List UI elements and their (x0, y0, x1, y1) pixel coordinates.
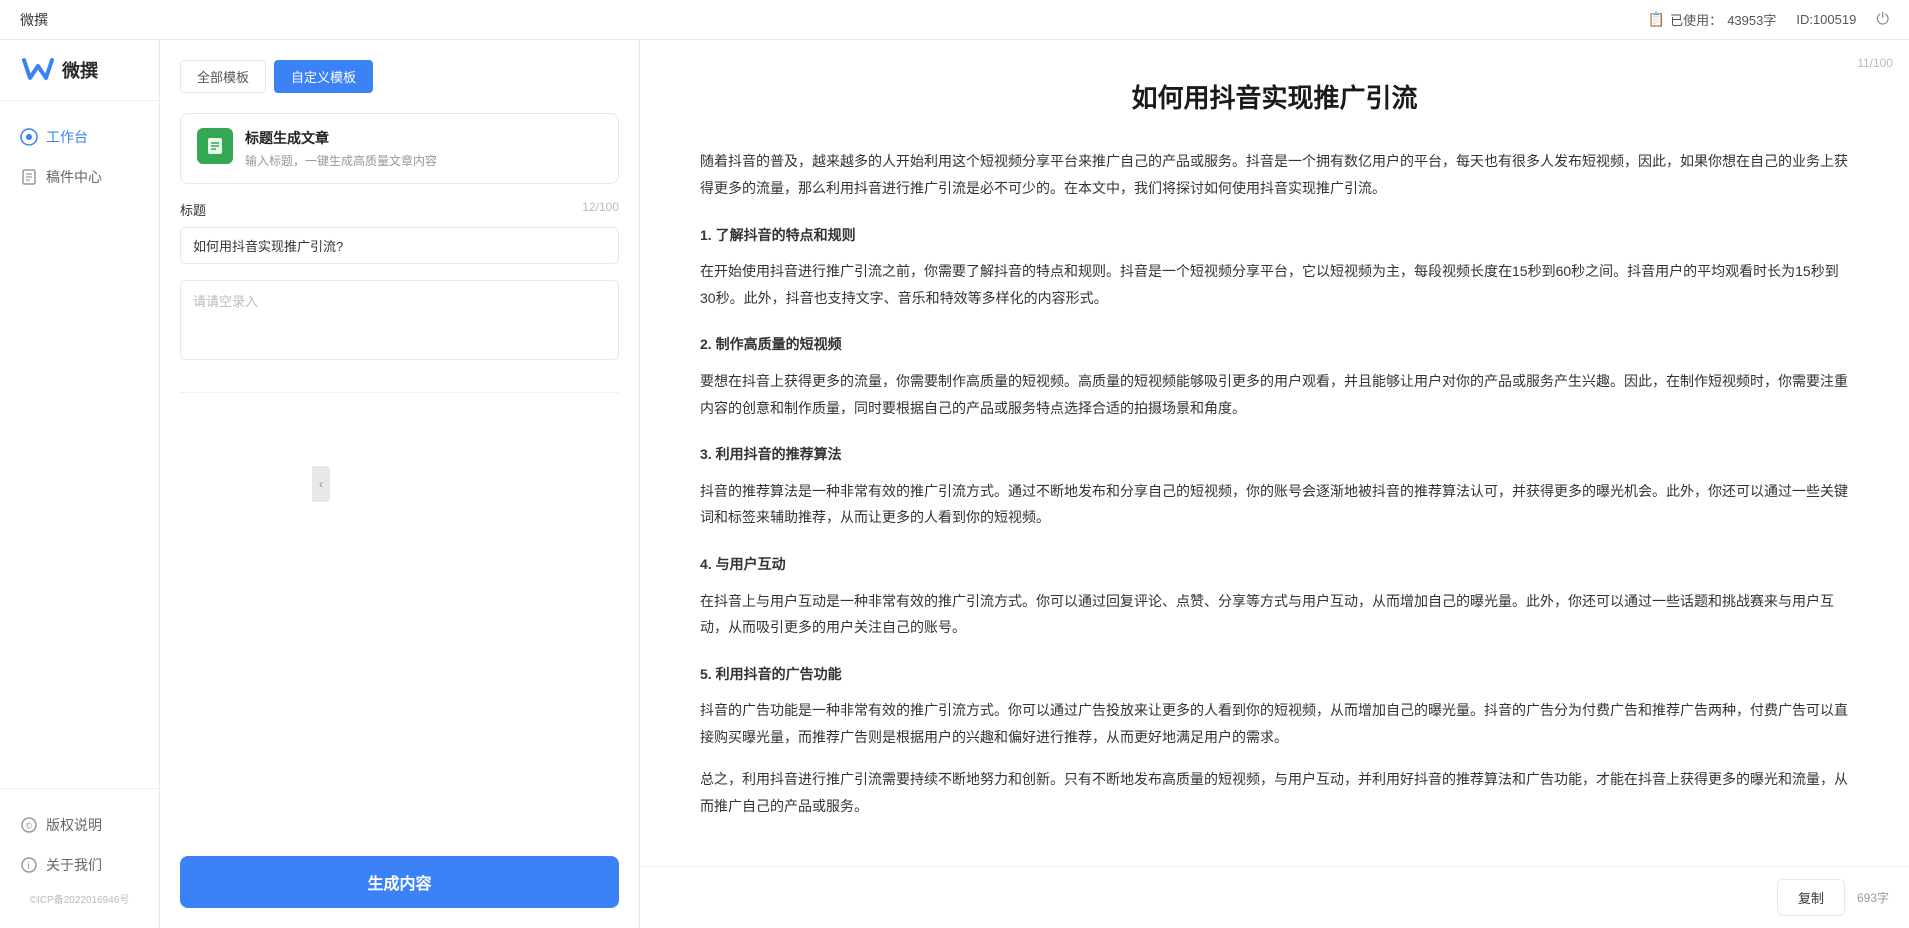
power-icon[interactable]: ⏻ (1876, 11, 1889, 29)
template-desc: 输入标题，一键生成高质量文章内容 (245, 152, 602, 169)
usage-label: 已使用： (1670, 10, 1722, 29)
title-field-label: 标题 12/100 (180, 200, 619, 219)
generate-button[interactable]: 生成内容 (180, 856, 619, 908)
template-title: 标题生成文章 (245, 128, 602, 148)
left-panel: 全部模板 自定义模板 标题生成文章 输入标题，一键生成高质量文章内容 (160, 40, 640, 928)
sidebar: 微撰 工作台 (0, 40, 160, 928)
svg-text:i: i (28, 861, 30, 872)
word-count: 693字 (1857, 889, 1889, 906)
template-card[interactable]: 标题生成文章 输入标题，一键生成高质量文章内容 (180, 113, 619, 184)
right-panel: 11/100 如何用抖音实现推广引流 随着抖音的普及，越来越多的人开始利用这个短… (640, 40, 1909, 928)
user-id: ID:100519 (1796, 12, 1856, 27)
svg-text:©: © (26, 821, 33, 831)
sidebar-top: 微撰 工作台 (0, 40, 159, 213)
template-icon (197, 128, 233, 164)
tab-custom-templates[interactable]: 自定义模板 (274, 60, 373, 93)
article-counter: 11/100 (1857, 56, 1893, 70)
divider (180, 392, 619, 393)
copy-button[interactable]: 复制 (1777, 879, 1845, 916)
content-field-section: 请请空录入 (180, 280, 619, 360)
article-heading: 4. 与用户互动 (700, 551, 1849, 578)
title-field-counter: 12/100 (582, 200, 619, 219)
sidebar-item-copyright[interactable]: © 版权说明 (0, 805, 159, 845)
tab-all-templates[interactable]: 全部模板 (180, 60, 266, 93)
article-footer: 复制 693字 (640, 866, 1909, 928)
article-paragraph: 抖音的广告功能是一种非常有效的推广引流方式。你可以通过广告投放来让更多的人看到你… (700, 697, 1849, 750)
content-placeholder: 请请空录入 (193, 291, 258, 310)
title-label-text: 标题 (180, 200, 206, 219)
article-heading: 2. 制作高质量的短视频 (700, 331, 1849, 358)
logo-text: 微撰 (62, 57, 98, 83)
sidebar-nav: 工作台 稿件中心 (0, 101, 159, 213)
article-heading: 3. 利用抖音的推荐算法 (700, 441, 1849, 468)
sidebar-logo: 微撰 (0, 40, 159, 101)
copyright-icon: © (20, 816, 38, 834)
sidebar-item-workbench[interactable]: 工作台 (0, 117, 159, 157)
app-title: 微撰 (20, 10, 48, 30)
sidebar-item-about[interactable]: i 关于我们 (0, 845, 159, 885)
article-heading: 1. 了解抖音的特点和规则 (700, 222, 1849, 249)
article-paragraph: 要想在抖音上获得更多的流量，你需要制作高质量的短视频。高质量的短视频能够吸引更多… (700, 368, 1849, 421)
article-title: 如何用抖音实现推广引流 (700, 80, 1849, 116)
usage-icon: 📋 (1648, 11, 1665, 28)
article-container: 11/100 如何用抖音实现推广引流 随着抖音的普及，越来越多的人开始利用这个短… (640, 40, 1909, 866)
sidebar-label-about: 关于我们 (46, 855, 102, 875)
article-body: 随着抖音的普及，越来越多的人开始利用这个短视频分享平台来推广自己的产品或服务。抖… (700, 148, 1849, 819)
sidebar-label-drafts: 稿件中心 (46, 167, 102, 187)
article-paragraph: 总之，利用抖音进行推广引流需要持续不断地努力和创新。只有不断地发布高质量的短视频… (700, 766, 1849, 819)
content-area: ‹ 全部模板 自定义模板 标题生成文章 (160, 40, 1909, 928)
title-input[interactable] (180, 227, 619, 264)
title-bar-right: 📋 已使用： 43953字 ID:100519 ⏻ (1648, 10, 1889, 29)
article-heading: 5. 利用抖音的广告功能 (700, 661, 1849, 688)
usage-info: 📋 已使用： 43953字 (1648, 10, 1777, 29)
workbench-icon (20, 128, 38, 146)
sidebar-item-drafts[interactable]: 稿件中心 (0, 157, 159, 197)
article-paragraph: 在抖音上与用户互动是一种非常有效的推广引流方式。你可以通过回复评论、点赞、分享等… (700, 588, 1849, 641)
title-bar: 微撰 📋 已使用： 43953字 ID:100519 ⏻ (0, 0, 1909, 40)
title-field-section: 标题 12/100 (180, 200, 619, 264)
sidebar-label-workbench: 工作台 (46, 127, 88, 147)
article-paragraph: 抖音的推荐算法是一种非常有效的推广引流方式。通过不断地发布和分享自己的短视频，你… (700, 478, 1849, 531)
logo-icon (20, 56, 56, 84)
drafts-icon (20, 168, 38, 186)
main-layout: 微撰 工作台 (0, 40, 1909, 928)
content-textarea[interactable]: 请请空录入 (180, 280, 619, 360)
article-paragraph: 随着抖音的普及，越来越多的人开始利用这个短视频分享平台来推广自己的产品或服务。抖… (700, 148, 1849, 201)
template-info: 标题生成文章 输入标题，一键生成高质量文章内容 (245, 128, 602, 169)
article-paragraph: 在开始使用抖音进行推广引流之前，你需要了解抖音的特点和规则。抖音是一个短视频分享… (700, 258, 1849, 311)
usage-count: 43953字 (1727, 10, 1776, 29)
collapse-sidebar-button[interactable]: ‹ (312, 466, 330, 502)
about-icon: i (20, 856, 38, 874)
sidebar-bottom: © 版权说明 i 关于我们 ©ICP备2022016946号 (0, 788, 159, 928)
icp-text: ©ICP备2022016946号 (0, 885, 159, 912)
tabs-row: 全部模板 自定义模板 (180, 60, 619, 93)
sidebar-label-copyright: 版权说明 (46, 815, 102, 835)
